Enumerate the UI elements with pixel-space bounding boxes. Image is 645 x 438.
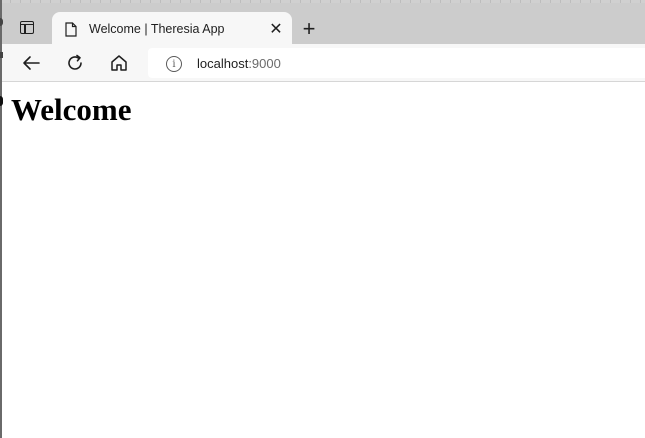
left-edge-mark bbox=[0, 96, 3, 106]
page-heading: Welcome bbox=[11, 92, 132, 127]
page-content: Welcome bbox=[2, 83, 645, 438]
page-icon bbox=[65, 22, 77, 37]
reload-icon bbox=[68, 54, 82, 70]
url-port: :9000 bbox=[248, 56, 281, 71]
url-host: localhost bbox=[197, 56, 249, 71]
reload-button[interactable] bbox=[60, 48, 90, 78]
url-text: localhost:9000 bbox=[197, 56, 281, 71]
tab-title: Welcome | Theresia App bbox=[89, 22, 225, 36]
vertical-tabs-icon bbox=[20, 20, 34, 34]
info-icon[interactable]: i bbox=[166, 56, 182, 72]
home-button[interactable] bbox=[104, 48, 134, 78]
browser-toolbar: i localhost:9000 bbox=[2, 44, 645, 82]
vertical-tabs-button[interactable] bbox=[12, 12, 42, 42]
tab-close-button[interactable]: ✕ bbox=[266, 20, 286, 40]
arrow-left-icon bbox=[23, 56, 40, 70]
address-bar[interactable]: i localhost:9000 bbox=[148, 48, 645, 78]
browser-window: Welcome | Theresia App ✕ + i localhost:9… bbox=[0, 0, 645, 438]
back-button[interactable] bbox=[16, 48, 46, 78]
window-left-edge bbox=[0, 0, 2, 438]
tab-welcome[interactable]: Welcome | Theresia App ✕ bbox=[52, 12, 292, 47]
close-icon: ✕ bbox=[269, 21, 283, 38]
new-tab-button[interactable]: + bbox=[296, 16, 322, 42]
left-edge-mark bbox=[0, 52, 3, 58]
tab-bar: Welcome | Theresia App ✕ + bbox=[2, 3, 645, 47]
plus-icon: + bbox=[302, 16, 316, 41]
home-icon bbox=[111, 55, 127, 71]
